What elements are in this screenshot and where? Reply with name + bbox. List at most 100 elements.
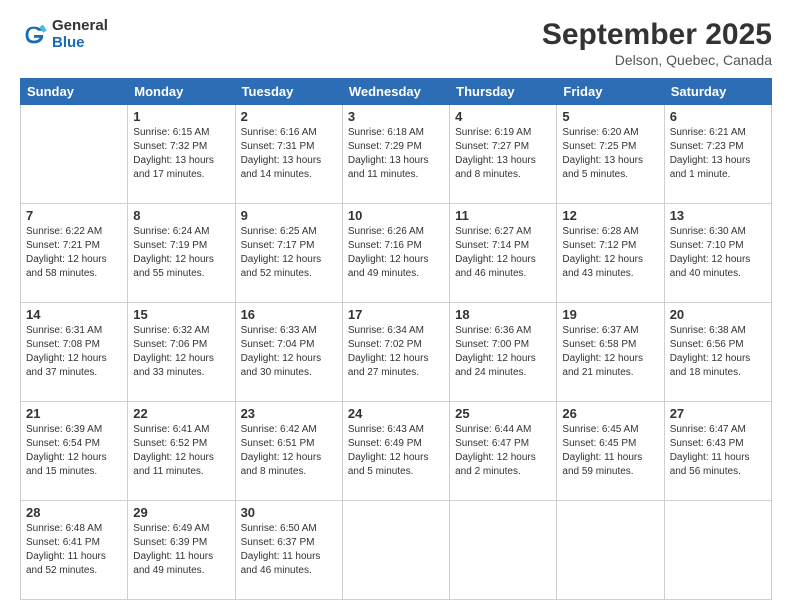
- day-number: 7: [26, 208, 122, 223]
- day-info: Sunrise: 6:45 AM Sunset: 6:45 PM Dayligh…: [562, 423, 658, 479]
- week-row-0: 1 Sunrise: 6:15 AM Sunset: 7:32 PM Daylig…: [21, 105, 772, 204]
- day-number: 6: [670, 109, 766, 124]
- day-info: Sunrise: 6:41 AM Sunset: 6:52 PM Dayligh…: [133, 423, 229, 479]
- day-number: 15: [133, 307, 229, 322]
- week-row-3: 21 Sunrise: 6:39 AM Sunset: 6:54 PM Dayli…: [21, 402, 772, 501]
- calendar-cell: 2 Sunrise: 6:16 AM Sunset: 7:31 PM Daylig…: [235, 105, 342, 204]
- calendar-cell: [450, 501, 557, 600]
- week-row-2: 14 Sunrise: 6:31 AM Sunset: 7:08 PM Dayli…: [21, 303, 772, 402]
- day-number: 10: [348, 208, 444, 223]
- logo: General Blue: [20, 18, 108, 51]
- header-cell-friday: Friday: [557, 79, 664, 105]
- calendar-cell: 16 Sunrise: 6:33 AM Sunset: 7:04 PM Dayli…: [235, 303, 342, 402]
- day-info: Sunrise: 6:18 AM Sunset: 7:29 PM Dayligh…: [348, 126, 444, 182]
- calendar-cell: 29Sunrise: 6:49 AM Sunset: 6:39 PM Dayli…: [128, 501, 235, 600]
- calendar-cell: [342, 501, 449, 600]
- day-number: 27: [670, 406, 766, 421]
- day-info: Sunrise: 6:19 AM Sunset: 7:27 PM Dayligh…: [455, 126, 551, 182]
- day-info: Sunrise: 6:31 AM Sunset: 7:08 PM Dayligh…: [26, 324, 122, 380]
- day-info: Sunrise: 6:20 AM Sunset: 7:25 PM Dayligh…: [562, 126, 658, 182]
- calendar-cell: 5 Sunrise: 6:20 AM Sunset: 7:25 PM Daylig…: [557, 105, 664, 204]
- calendar-cell: 4 Sunrise: 6:19 AM Sunset: 7:27 PM Daylig…: [450, 105, 557, 204]
- week-row-1: 7 Sunrise: 6:22 AM Sunset: 7:21 PM Daylig…: [21, 204, 772, 303]
- logo-general: General: [52, 18, 108, 35]
- day-info: Sunrise: 6:21 AM Sunset: 7:23 PM Dayligh…: [670, 126, 766, 182]
- calendar-header: SundayMondayTuesdayWednesdayThursdayFrid…: [21, 79, 772, 105]
- header-row: SundayMondayTuesdayWednesdayThursdayFrid…: [21, 79, 772, 105]
- calendar-cell: 26 Sunrise: 6:45 AM Sunset: 6:45 PM Dayli…: [557, 402, 664, 501]
- day-number: 20: [670, 307, 766, 322]
- calendar-cell: 11Sunrise: 6:27 AM Sunset: 7:14 PM Dayli…: [450, 204, 557, 303]
- day-info: Sunrise: 6:47 AM Sunset: 6:43 PM Dayligh…: [670, 423, 766, 479]
- day-number: 25: [455, 406, 551, 421]
- day-number: 3: [348, 109, 444, 124]
- logo-icon: [20, 21, 48, 49]
- calendar-cell: 21 Sunrise: 6:39 AM Sunset: 6:54 PM Dayli…: [21, 402, 128, 501]
- day-info: Sunrise: 6:42 AM Sunset: 6:51 PM Dayligh…: [241, 423, 337, 479]
- calendar-cell: 14 Sunrise: 6:31 AM Sunset: 7:08 PM Dayli…: [21, 303, 128, 402]
- calendar-cell: 6 Sunrise: 6:21 AM Sunset: 7:23 PM Daylig…: [664, 105, 771, 204]
- calendar-cell: [21, 105, 128, 204]
- day-info: Sunrise: 6:28 AM Sunset: 7:12 PM Dayligh…: [562, 225, 658, 281]
- day-info: Sunrise: 6:44 AM Sunset: 6:47 PM Dayligh…: [455, 423, 551, 479]
- day-info: Sunrise: 6:38 AM Sunset: 6:56 PM Dayligh…: [670, 324, 766, 380]
- calendar-body: 1 Sunrise: 6:15 AM Sunset: 7:32 PM Daylig…: [21, 105, 772, 600]
- calendar-cell: 10 Sunrise: 6:26 AM Sunset: 7:16 PM Dayli…: [342, 204, 449, 303]
- day-number: 30: [241, 505, 337, 520]
- day-number: 1: [133, 109, 229, 124]
- calendar-cell: 20 Sunrise: 6:38 AM Sunset: 6:56 PM Dayli…: [664, 303, 771, 402]
- header-cell-sunday: Sunday: [21, 79, 128, 105]
- day-info: Sunrise: 6:26 AM Sunset: 7:16 PM Dayligh…: [348, 225, 444, 281]
- header-cell-monday: Monday: [128, 79, 235, 105]
- day-number: 26: [562, 406, 658, 421]
- day-info: Sunrise: 6:16 AM Sunset: 7:31 PM Dayligh…: [241, 126, 337, 182]
- day-info: Sunrise: 6:22 AM Sunset: 7:21 PM Dayligh…: [26, 225, 122, 281]
- day-info: Sunrise: 6:25 AM Sunset: 7:17 PM Dayligh…: [241, 225, 337, 281]
- calendar-cell: 28Sunrise: 6:48 AM Sunset: 6:41 PM Dayli…: [21, 501, 128, 600]
- logo-blue: Blue: [52, 35, 108, 52]
- calendar-cell: 1 Sunrise: 6:15 AM Sunset: 7:32 PM Daylig…: [128, 105, 235, 204]
- calendar-cell: 9Sunrise: 6:25 AM Sunset: 7:17 PM Daylig…: [235, 204, 342, 303]
- day-info: Sunrise: 6:39 AM Sunset: 6:54 PM Dayligh…: [26, 423, 122, 479]
- calendar-cell: 30 Sunrise: 6:50 AM Sunset: 6:37 PM Dayli…: [235, 501, 342, 600]
- calendar-title: September 2025: [542, 18, 772, 52]
- day-info: Sunrise: 6:33 AM Sunset: 7:04 PM Dayligh…: [241, 324, 337, 380]
- calendar-cell: 18Sunrise: 6:36 AM Sunset: 7:00 PM Dayli…: [450, 303, 557, 402]
- day-info: Sunrise: 6:32 AM Sunset: 7:06 PM Dayligh…: [133, 324, 229, 380]
- calendar-cell: 25 Sunrise: 6:44 AM Sunset: 6:47 PM Dayli…: [450, 402, 557, 501]
- calendar-subtitle: Delson, Quebec, Canada: [542, 52, 772, 68]
- day-number: 2: [241, 109, 337, 124]
- calendar-cell: 27 Sunrise: 6:47 AM Sunset: 6:43 PM Dayli…: [664, 402, 771, 501]
- header-cell-thursday: Thursday: [450, 79, 557, 105]
- calendar-cell: 3 Sunrise: 6:18 AM Sunset: 7:29 PM Daylig…: [342, 105, 449, 204]
- day-number: 23: [241, 406, 337, 421]
- calendar-table: SundayMondayTuesdayWednesdayThursdayFrid…: [20, 78, 772, 600]
- day-info: Sunrise: 6:36 AM Sunset: 7:00 PM Dayligh…: [455, 324, 551, 380]
- day-number: 8: [133, 208, 229, 223]
- day-number: 29: [133, 505, 229, 520]
- header-cell-wednesday: Wednesday: [342, 79, 449, 105]
- day-info: Sunrise: 6:24 AM Sunset: 7:19 PM Dayligh…: [133, 225, 229, 281]
- calendar-cell: 8 Sunrise: 6:24 AM Sunset: 7:19 PM Daylig…: [128, 204, 235, 303]
- calendar-cell: 7 Sunrise: 6:22 AM Sunset: 7:21 PM Daylig…: [21, 204, 128, 303]
- day-info: Sunrise: 6:15 AM Sunset: 7:32 PM Dayligh…: [133, 126, 229, 182]
- day-number: 14: [26, 307, 122, 322]
- day-number: 24: [348, 406, 444, 421]
- calendar-cell: 15 Sunrise: 6:32 AM Sunset: 7:06 PM Dayli…: [128, 303, 235, 402]
- day-number: 12: [562, 208, 658, 223]
- day-number: 5: [562, 109, 658, 124]
- page: General Blue September 2025 Delson, Queb…: [0, 0, 792, 612]
- day-number: 17: [348, 307, 444, 322]
- calendar-cell: 13Sunrise: 6:30 AM Sunset: 7:10 PM Dayli…: [664, 204, 771, 303]
- day-number: 16: [241, 307, 337, 322]
- calendar-cell: [557, 501, 664, 600]
- day-info: Sunrise: 6:50 AM Sunset: 6:37 PM Dayligh…: [241, 522, 337, 578]
- day-number: 11: [455, 208, 551, 223]
- day-number: 13: [670, 208, 766, 223]
- calendar-cell: 24Sunrise: 6:43 AM Sunset: 6:49 PM Dayli…: [342, 402, 449, 501]
- header-cell-tuesday: Tuesday: [235, 79, 342, 105]
- header-cell-saturday: Saturday: [664, 79, 771, 105]
- title-block: September 2025 Delson, Quebec, Canada: [542, 18, 772, 68]
- day-number: 4: [455, 109, 551, 124]
- day-number: 21: [26, 406, 122, 421]
